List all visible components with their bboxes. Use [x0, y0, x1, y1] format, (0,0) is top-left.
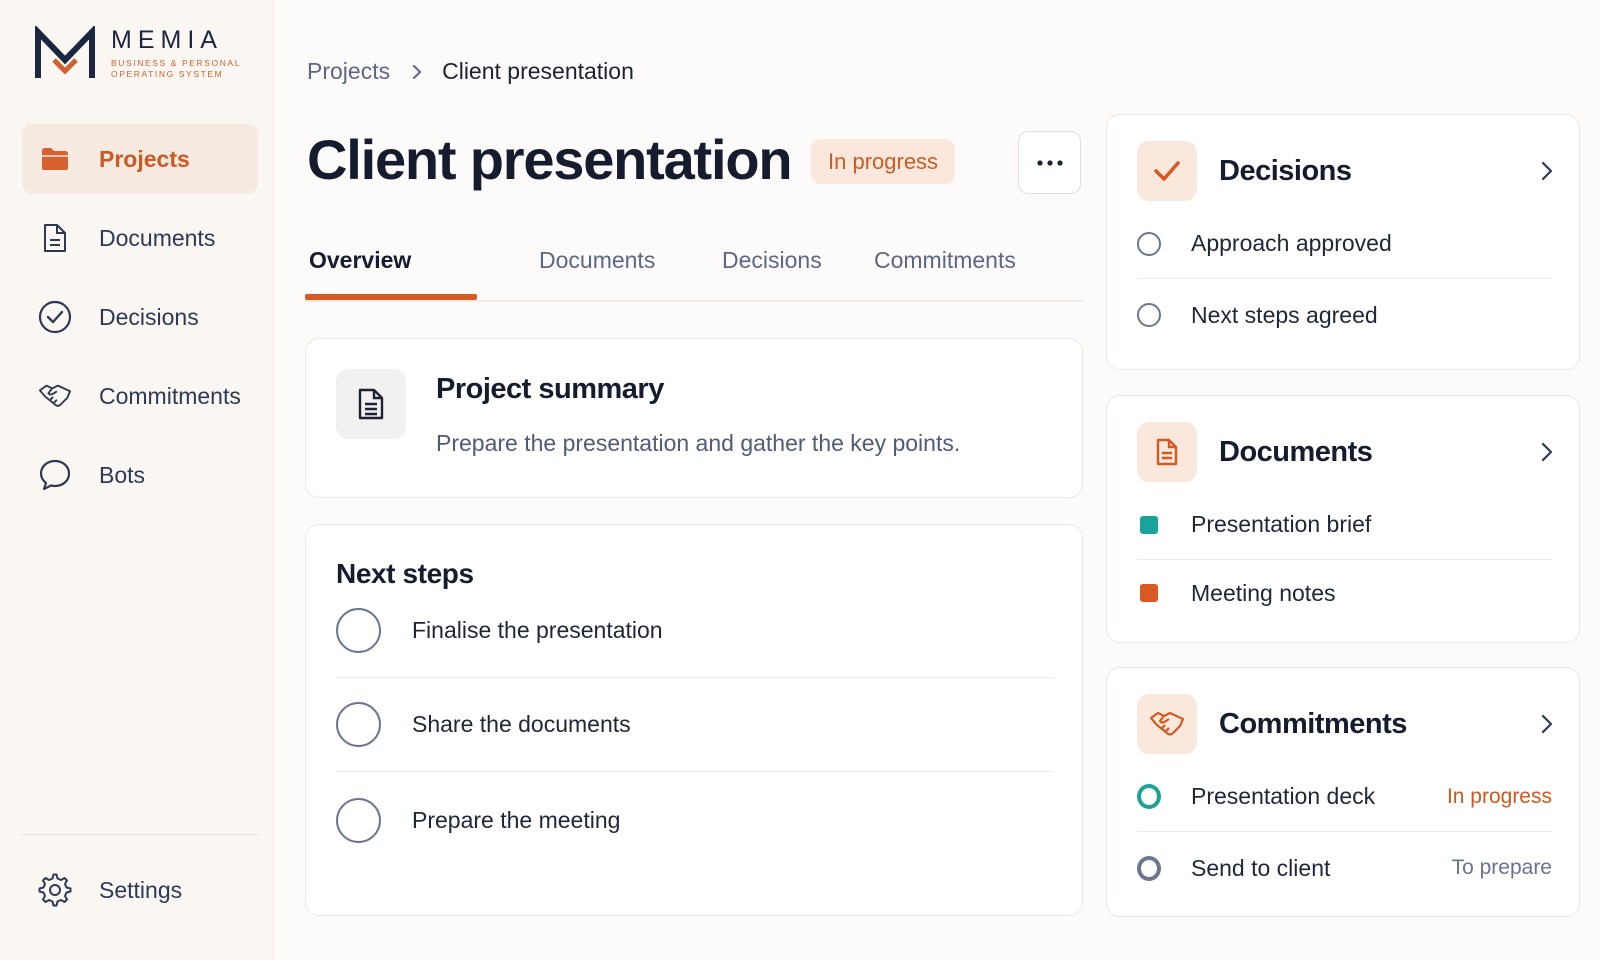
step-label: Share the documents: [412, 711, 631, 737]
decisions-panel: Decisions Approach approved Next steps a…: [1106, 114, 1580, 370]
chevron-right-icon: [1537, 442, 1557, 462]
panel-title: Decisions: [1219, 154, 1352, 187]
commitment-status: In progress: [1446, 784, 1552, 808]
step-label: Prepare the meeting: [412, 806, 621, 833]
commitment-label: Send to client: [1191, 854, 1331, 881]
sidebar-item-label: Bots: [99, 461, 146, 488]
document-icon: [38, 221, 72, 255]
documents-panel-header[interactable]: Documents: [1137, 422, 1557, 482]
tab-commitments[interactable]: Commitments: [874, 240, 1016, 302]
sidebar: MEMIA BUSINESS & PERSONAL OPERATING SYST…: [0, 0, 274, 960]
document-item[interactable]: Presentation brief: [1137, 490, 1552, 560]
document-color-tag: [1137, 513, 1161, 537]
next-steps-card: Next steps Finalise the presentation Sha…: [305, 524, 1083, 916]
sidebar-item-label: Documents: [99, 224, 216, 251]
decisions-panel-header[interactable]: Decisions: [1137, 141, 1557, 201]
decision-label: Approach approved: [1191, 230, 1392, 256]
step-checkbox[interactable]: [336, 797, 381, 843]
commitment-status: To prepare: [1451, 856, 1552, 879]
summary-description: Prepare the presentation and gather the …: [436, 430, 961, 456]
document-label: Presentation brief: [1191, 511, 1372, 537]
step-checkbox[interactable]: [336, 608, 381, 653]
step-label: Finalise the presentation: [412, 617, 663, 643]
commitments-panel: Commitments Presentation deck In progres…: [1106, 667, 1580, 917]
commitments-panel-header[interactable]: Commitments: [1137, 694, 1557, 754]
sidebar-item-decisions[interactable]: Decisions: [22, 282, 258, 352]
document-icon: [1137, 422, 1197, 482]
chevron-right-icon: [1537, 714, 1557, 734]
status-badge: In progress: [811, 139, 956, 184]
document-color-tag: [1137, 581, 1161, 605]
step-checkbox[interactable]: [336, 702, 381, 747]
decision-status-circle: [1137, 303, 1161, 327]
decision-status-circle: [1137, 231, 1161, 256]
commitment-item[interactable]: Presentation deck In progress: [1137, 762, 1552, 832]
decision-item[interactable]: Next steps agreed: [1137, 280, 1552, 350]
next-step-item[interactable]: Finalise the presentation: [336, 584, 1054, 678]
sidebar-item-commitments[interactable]: Commitments: [22, 361, 258, 431]
chevron-right-icon: [1537, 161, 1557, 181]
breadcrumb-parent[interactable]: Projects: [307, 58, 390, 85]
documents-panel: Documents Presentation brief Meeting not…: [1106, 395, 1580, 643]
decision-label: Next steps agreed: [1191, 301, 1378, 328]
commitment-status-ring: [1137, 855, 1161, 881]
tab-decisions[interactable]: Decisions: [722, 240, 822, 302]
summary-title: Project summary: [436, 373, 664, 405]
gear-icon: [38, 873, 72, 907]
check-circle-icon: [38, 300, 72, 334]
brand-logo[interactable]: MEMIA BUSINESS & PERSONAL OPERATING SYST…: [34, 26, 241, 82]
brand-tagline: BUSINESS & PERSONAL OPERATING SYSTEM: [111, 58, 241, 79]
folder-icon: [38, 142, 72, 176]
tab-bar: Overview Documents Decisions Commitments: [305, 240, 1083, 302]
commitment-label: Presentation deck: [1191, 783, 1376, 809]
breadcrumb: Projects Client presentation: [307, 58, 634, 85]
handshake-icon: [1137, 694, 1197, 754]
more-options-button[interactable]: [1018, 131, 1081, 194]
document-icon: [336, 369, 406, 439]
commitment-item[interactable]: Send to client To prepare: [1137, 833, 1552, 903]
decision-item[interactable]: Approach approved: [1137, 209, 1552, 279]
document-item[interactable]: Meeting notes: [1137, 558, 1552, 628]
brand-name: MEMIA: [111, 26, 223, 54]
breadcrumb-current: Client presentation: [442, 58, 634, 84]
chevron-right-icon: [412, 64, 422, 80]
tab-documents[interactable]: Documents: [539, 240, 655, 302]
panel-title: Commitments: [1219, 707, 1407, 740]
sidebar-item-label: Settings: [99, 876, 183, 903]
commitment-status-ring: [1137, 784, 1161, 809]
sidebar-item-bots[interactable]: Bots: [22, 440, 258, 510]
tab-overview[interactable]: Overview: [309, 240, 411, 302]
sidebar-nav: Projects Documents Decisions Commitments…: [22, 124, 258, 519]
page-title: Client presentation: [307, 128, 793, 191]
sidebar-divider: [22, 834, 258, 835]
sidebar-item-label: Decisions: [99, 303, 199, 330]
memia-logo-icon: [35, 26, 95, 78]
checkmark-icon: [1137, 141, 1197, 201]
document-label: Meeting notes: [1191, 579, 1336, 606]
next-step-item[interactable]: Prepare the meeting: [336, 773, 1054, 867]
project-summary-card: Project summary Prepare the presentation…: [305, 338, 1083, 498]
chat-bubble-icon: [38, 458, 72, 492]
active-tab-indicator: [305, 294, 477, 300]
sidebar-item-label: Projects: [99, 145, 190, 172]
sidebar-item-documents[interactable]: Documents: [22, 203, 258, 273]
handshake-icon: [38, 379, 72, 413]
panel-title: Documents: [1219, 435, 1373, 468]
sidebar-item-label: Commitments: [99, 382, 241, 409]
next-step-item[interactable]: Share the documents: [336, 678, 1054, 772]
more-horizontal-icon: [1036, 159, 1063, 166]
sidebar-item-projects[interactable]: Projects: [22, 124, 258, 194]
sidebar-item-settings[interactable]: Settings: [22, 858, 258, 922]
